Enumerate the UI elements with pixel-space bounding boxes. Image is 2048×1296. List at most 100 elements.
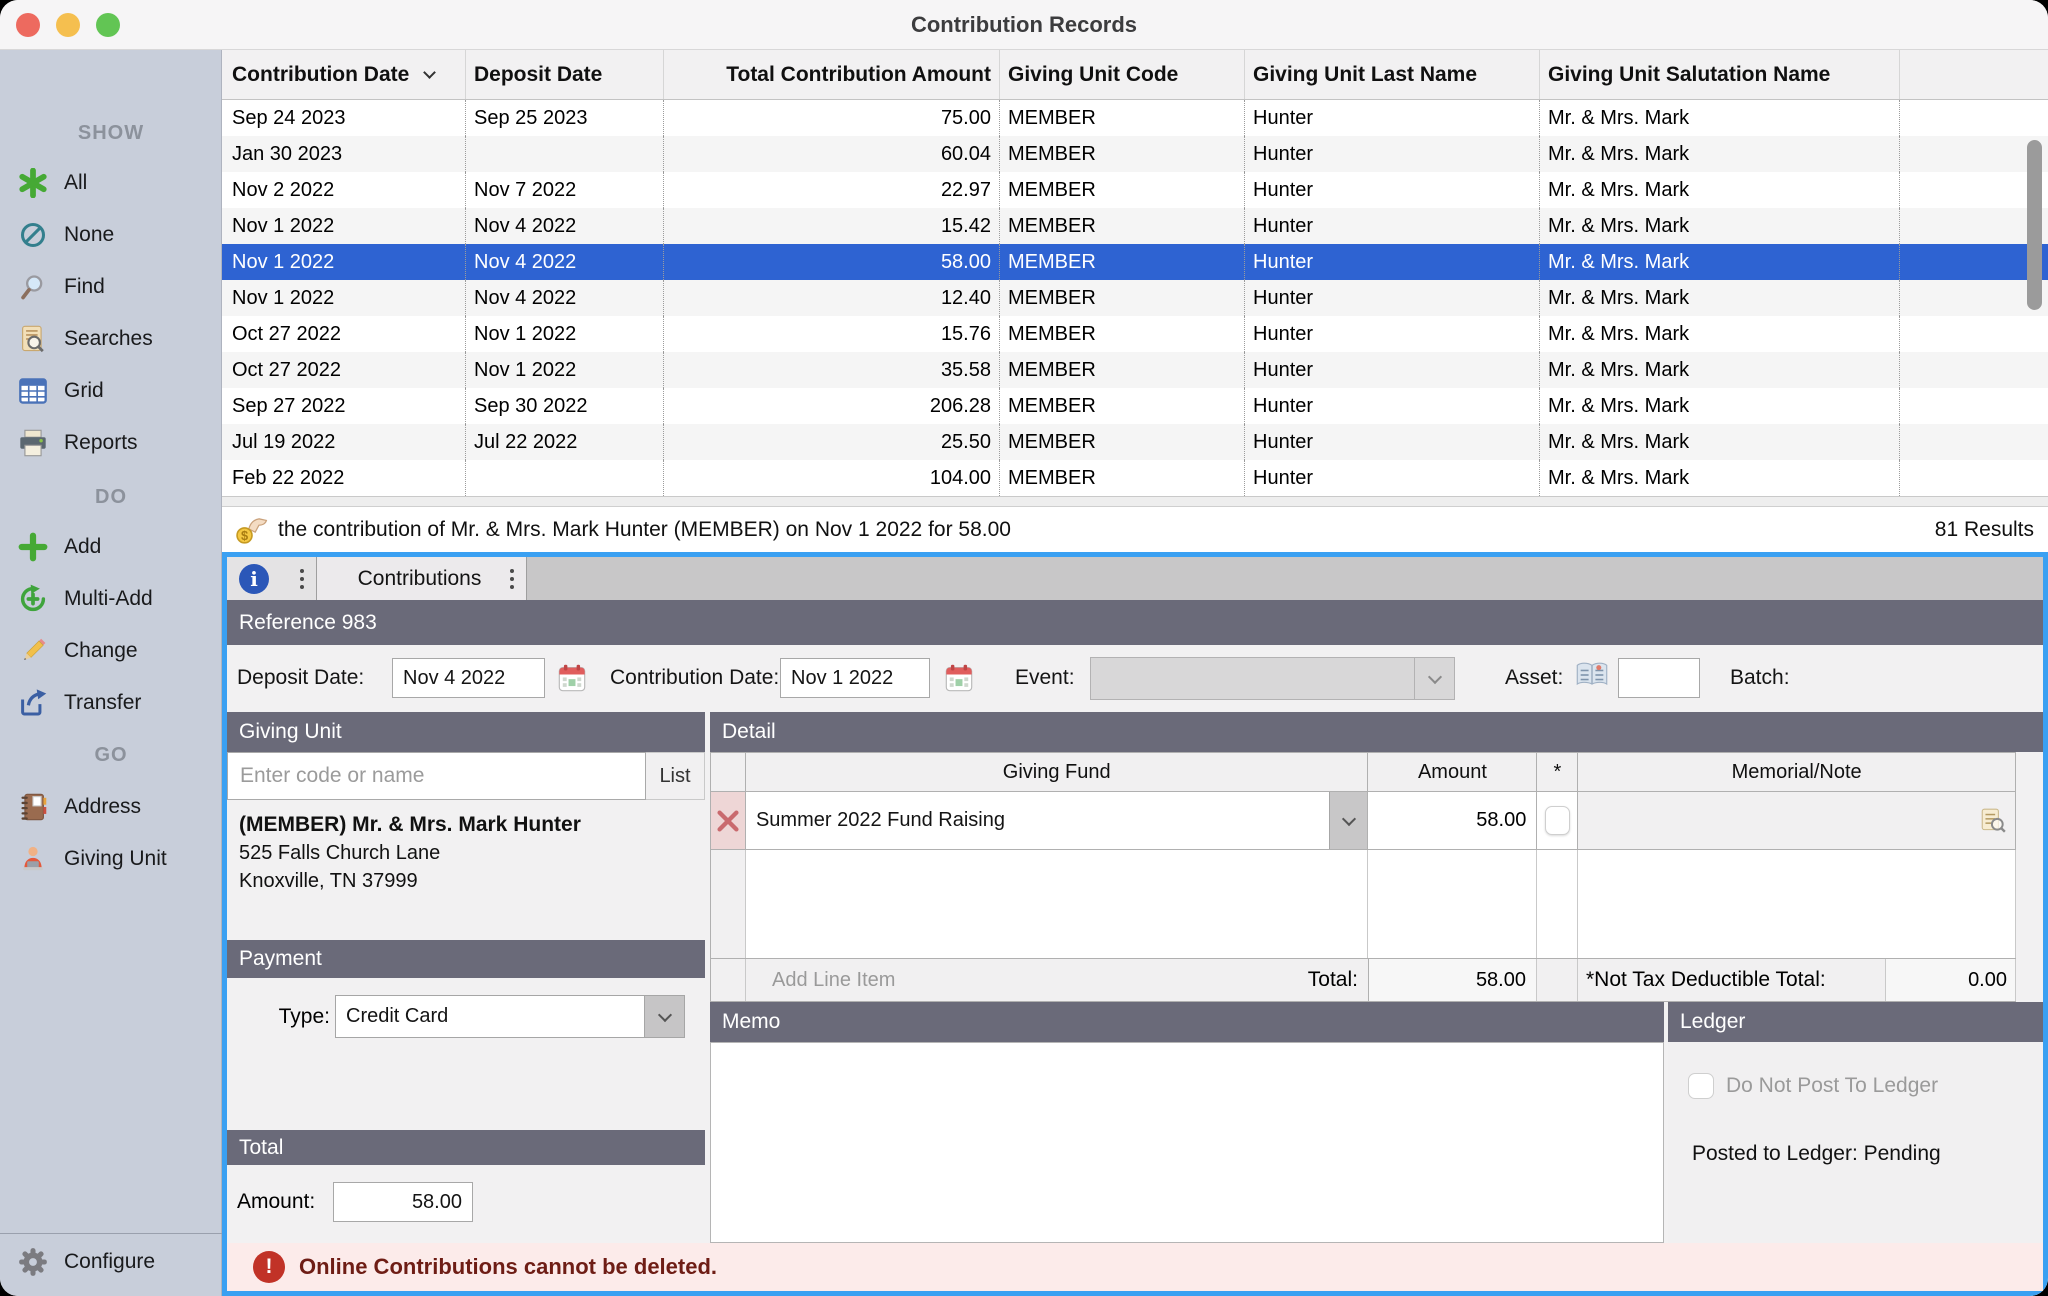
circle-slash-icon (16, 221, 50, 249)
calendar-icon[interactable] (557, 663, 587, 698)
column-header-giving-unit-last-name[interactable]: Giving Unit Last Name (1245, 50, 1540, 99)
status-bar: $ the contribution of Mr. & Mrs. Mark Hu… (222, 506, 2048, 552)
sidebar-item-all[interactable]: All (0, 166, 222, 200)
line-item-amount[interactable]: 58.00 (1368, 792, 1537, 849)
sidebar-item-giving-unit[interactable]: Giving Unit (0, 842, 222, 876)
tab-contributions[interactable]: Contributions (317, 557, 527, 600)
asset-input[interactable] (1618, 658, 1700, 698)
deposit-date-label: Deposit Date: (237, 658, 364, 698)
sidebar-item-label: Multi-Add (64, 587, 153, 611)
sidebar-item-address[interactable]: Address (0, 790, 222, 824)
horizontal-scrollbar-track[interactable] (222, 496, 2048, 506)
chevron-down-icon (644, 996, 684, 1037)
sidebar-item-label: Find (64, 275, 105, 299)
column-header-giving-unit-salutation-name[interactable]: Giving Unit Salutation Name (1540, 50, 1900, 99)
delete-line-item-button[interactable] (711, 792, 746, 849)
giving-unit-section-header: Giving Unit (227, 712, 705, 752)
table-row[interactable]: Nov 1 2022 Nov 4 2022 12.40 MEMBER Hunte… (222, 280, 2048, 316)
table-row[interactable]: Oct 27 2022 Nov 1 2022 35.58 MEMBER Hunt… (222, 352, 2048, 388)
total-amount-input[interactable] (333, 1182, 473, 1222)
total-section-header: Total (227, 1130, 705, 1165)
table-row[interactable]: Sep 24 2023 Sep 25 2023 75.00 MEMBER Hun… (222, 100, 2048, 136)
table-row[interactable]: Oct 27 2022 Nov 1 2022 15.76 MEMBER Hunt… (222, 316, 2048, 352)
grid-icon (16, 376, 50, 406)
close-window-button[interactable] (16, 13, 40, 37)
column-header-total-contribution-amount[interactable]: Total Contribution Amount (664, 50, 1000, 99)
table-header-row: Contribution Date Deposit Date Total Con… (222, 50, 2048, 100)
list-button[interactable]: List (646, 752, 705, 800)
sidebar-item-label: Grid (64, 379, 104, 403)
memo-textarea[interactable] (710, 1042, 1664, 1243)
tab-bar: i Contributions (227, 557, 2043, 600)
sidebar-item-searches[interactable]: Searches (0, 322, 222, 356)
sidebar-section-go: GO (0, 738, 222, 772)
fields-row: Deposit Date: Contribution Date: Event: … (227, 645, 2043, 712)
zoom-window-button[interactable] (96, 13, 120, 37)
asset-lookup-icon[interactable] (1575, 661, 1609, 694)
table-row[interactable]: Jul 19 2022 Jul 22 2022 25.50 MEMBER Hun… (222, 424, 2048, 460)
column-header-contribution-date[interactable]: Contribution Date (222, 50, 466, 99)
memorial-lookup-icon[interactable] (1979, 807, 2007, 835)
records-table: Contribution Date Deposit Date Total Con… (222, 50, 2048, 506)
sidebar-item-multi-add[interactable]: Multi-Add (0, 582, 222, 616)
asterisk-icon (16, 168, 50, 198)
contribution-date-label: Contribution Date: (610, 658, 779, 698)
detail-table-footer: Add Line ItemTotal: 58.00 *Not Tax Deduc… (710, 958, 2016, 1002)
sidebar-item-find[interactable]: Find (0, 270, 222, 304)
sidebar-item-transfer[interactable]: Transfer (0, 686, 222, 720)
sidebar-divider (0, 1233, 222, 1234)
results-count: 81 Results (1935, 518, 2034, 542)
detail-col-star: * (1537, 753, 1578, 791)
event-label: Event: (1015, 658, 1075, 698)
sidebar-item-configure[interactable]: Configure (0, 1245, 222, 1279)
sidebar-section-do: DO (0, 480, 222, 514)
table-row[interactable]: Nov 1 2022 Nov 4 2022 58.00 MEMBER Hunte… (222, 244, 2048, 280)
sidebar-item-none[interactable]: None (0, 218, 222, 252)
table-row[interactable]: Jan 30 2023 60.04 MEMBER Hunter Mr. & Mr… (222, 136, 2048, 172)
saved-search-icon (16, 324, 50, 354)
sidebar-item-label: None (64, 223, 114, 247)
detail-col-memorial-note: Memorial/Note (1578, 753, 2016, 791)
tab-options-icon[interactable] (510, 569, 514, 589)
detail-line-item-row: Summer 2022 Fund Raising 58.00 (710, 792, 2016, 850)
not-tax-deductible-total-value: 0.00 (1885, 959, 2015, 1001)
not-tax-deductible-checkbox[interactable] (1537, 792, 1578, 849)
contribution-hand-coin-icon: $ (236, 515, 268, 544)
do-not-post-checkbox[interactable] (1688, 1073, 1714, 1099)
table-row[interactable]: Sep 27 2022 Sep 30 2022 206.28 MEMBER Hu… (222, 388, 2048, 424)
status-text: the contribution of Mr. & Mrs. Mark Hunt… (278, 518, 1935, 542)
tab-info[interactable]: i (227, 557, 317, 600)
window-title: Contribution Records (0, 0, 2048, 50)
memorial-note-cell[interactable] (1578, 792, 2016, 849)
sidebar-item-change[interactable]: Change (0, 634, 222, 668)
deposit-date-input[interactable] (392, 658, 545, 698)
event-select[interactable] (1090, 657, 1455, 700)
vertical-scrollbar-thumb[interactable] (2027, 140, 2042, 310)
table-row[interactable]: Feb 22 2022 104.00 MEMBER Hunter Mr. & M… (222, 460, 2048, 496)
sidebar-item-reports[interactable]: Reports (0, 426, 222, 460)
table-row[interactable]: Nov 1 2022 Nov 4 2022 15.42 MEMBER Hunte… (222, 208, 2048, 244)
calendar-icon[interactable] (944, 663, 974, 698)
giving-unit-search-input[interactable] (227, 752, 646, 800)
sidebar-item-label: Configure (64, 1250, 155, 1274)
sidebar-item-label: Reports (64, 431, 138, 455)
table-row[interactable]: Nov 2 2022 Nov 7 2022 22.97 MEMBER Hunte… (222, 172, 2048, 208)
add-line-item-button[interactable]: Add Line Item (746, 969, 895, 992)
column-header-deposit-date[interactable]: Deposit Date (466, 50, 664, 99)
detail-col-giving-fund: Giving Fund (746, 753, 1369, 791)
minimize-window-button[interactable] (56, 13, 80, 37)
address-book-icon (16, 792, 50, 822)
contribution-detail-panel: i Contributions Reference 983 Deposit Da… (222, 552, 2048, 1296)
tab-options-icon[interactable] (300, 569, 304, 589)
sidebar: SHOW All None Find Searches Grid Reports… (0, 50, 222, 1296)
sidebar-item-add[interactable]: Add (0, 530, 222, 564)
giving-unit-address-block: (MEMBER) Mr. & Mrs. Mark Hunter 525 Fall… (227, 800, 705, 940)
payment-type-select[interactable]: Credit Card (335, 995, 685, 1038)
asset-label: Asset: (1505, 658, 1563, 698)
sidebar-item-grid[interactable]: Grid (0, 374, 222, 408)
giving-fund-select[interactable]: Summer 2022 Fund Raising (746, 792, 1369, 849)
app-window: Contribution Records SHOW All None Find … (0, 0, 2048, 1296)
contribution-date-input[interactable] (780, 658, 930, 698)
printer-icon (16, 428, 50, 458)
column-header-giving-unit-code[interactable]: Giving Unit Code (1000, 50, 1245, 99)
